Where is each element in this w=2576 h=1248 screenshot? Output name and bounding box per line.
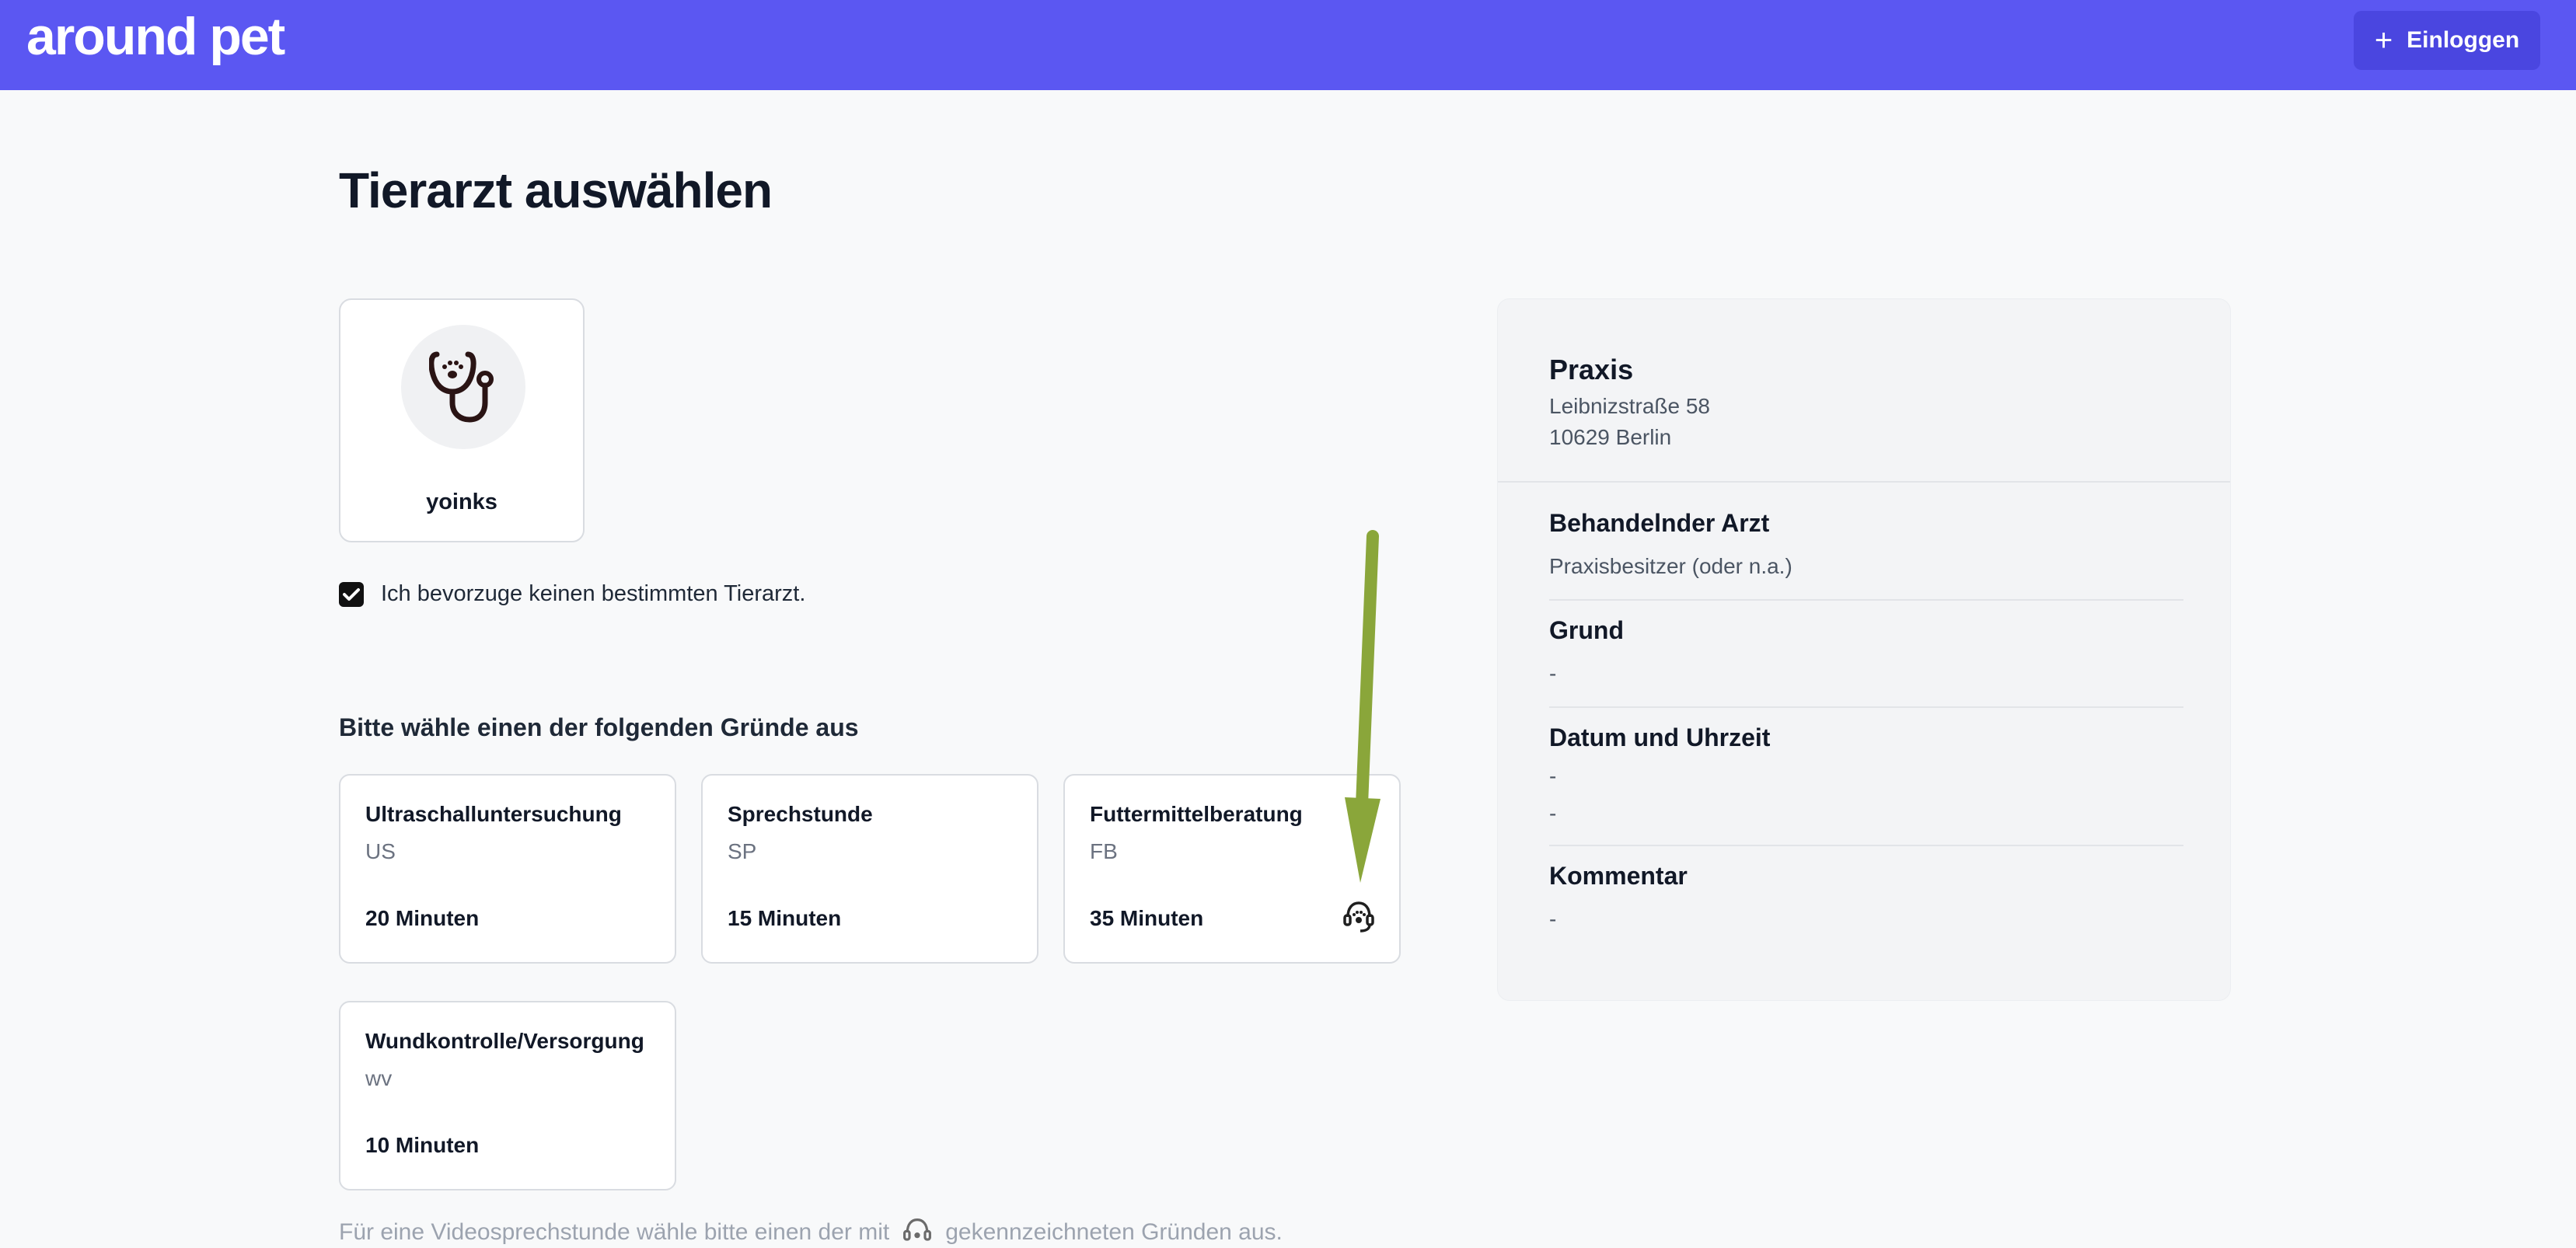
vet-avatar bbox=[401, 325, 525, 449]
reason-value: - bbox=[1549, 661, 1557, 685]
practice-section: Praxis Leibnizstraße 58 10629 Berlin bbox=[1498, 299, 2230, 483]
divider bbox=[1549, 845, 2183, 846]
reason-duration: 20 Minuten bbox=[365, 906, 480, 930]
reason-code: US bbox=[365, 839, 396, 863]
reasons-heading: Bitte wähle einen der folgenden Gründe a… bbox=[339, 713, 859, 741]
reason-card-ultraschall[interactable]: Ultraschalluntersuchung US 20 Minuten bbox=[339, 774, 676, 964]
no-preference-row[interactable]: Ich bevorzuge keinen bestimmten Tierarzt… bbox=[339, 581, 805, 607]
comment-value: - bbox=[1549, 907, 1557, 931]
reason-code: FB bbox=[1090, 839, 1118, 863]
top-bar: around pet + Einloggen bbox=[0, 0, 2576, 90]
reason-name: Ultraschalluntersuchung bbox=[365, 802, 622, 826]
check-icon bbox=[343, 587, 360, 601]
reason-name: Futtermittelberatung bbox=[1090, 802, 1303, 826]
practice-street: Leibnizstraße 58 bbox=[1549, 394, 1711, 418]
no-preference-checkbox[interactable] bbox=[339, 581, 364, 607]
vet-name: yoinks bbox=[426, 490, 497, 514]
reason-duration: 15 Minuten bbox=[728, 906, 842, 930]
no-preference-label: Ich bevorzuge keinen bestimmten Tierarzt… bbox=[381, 581, 806, 606]
reason-name: Wundkontrolle/Versorgung bbox=[365, 1029, 644, 1053]
page-title: Tierarzt auswählen bbox=[339, 162, 773, 218]
stethoscope-icon bbox=[429, 351, 494, 423]
logo[interactable]: around pet bbox=[26, 6, 285, 67]
login-button[interactable]: + Einloggen bbox=[2354, 11, 2540, 70]
doctor-heading: Behandelnder Arzt bbox=[1549, 509, 1770, 537]
practice-city: 10629 Berlin bbox=[1549, 425, 1672, 449]
reason-code: SP bbox=[728, 839, 757, 863]
datetime-heading: Datum und Uhrzeit bbox=[1549, 723, 1771, 751]
video-consultation-icon bbox=[903, 1218, 932, 1241]
reason-card-wundkontrolle[interactable]: Wundkontrolle/Versorgung wv 10 Minuten bbox=[339, 1001, 676, 1190]
video-consultation-icon bbox=[1343, 901, 1374, 933]
reason-code: wv bbox=[365, 1066, 393, 1090]
divider bbox=[1549, 706, 2183, 708]
login-label: Einloggen bbox=[2407, 27, 2520, 53]
practice-title: Praxis bbox=[1549, 354, 1634, 385]
vet-card[interactable]: yoinks bbox=[339, 298, 585, 542]
reason-name: Sprechstunde bbox=[728, 802, 873, 826]
reason-duration: 35 Minuten bbox=[1090, 906, 1204, 930]
comment-heading: Kommentar bbox=[1549, 862, 1688, 890]
annotation-arrow bbox=[1345, 530, 1380, 883]
reason-heading: Grund bbox=[1549, 616, 1624, 644]
reason-card-sprechstunde[interactable]: Sprechstunde SP 15 Minuten bbox=[701, 774, 1038, 964]
time-value: - bbox=[1549, 801, 1557, 825]
date-value: - bbox=[1549, 764, 1557, 788]
appointment-summary: Praxis Leibnizstraße 58 10629 Berlin Beh… bbox=[1497, 298, 2231, 1001]
doctor-value: Praxisbesitzer (oder n.a.) bbox=[1549, 554, 1792, 578]
reason-duration: 10 Minuten bbox=[365, 1133, 480, 1157]
divider bbox=[1549, 599, 2183, 601]
plus-icon: + bbox=[2374, 23, 2393, 58]
video-hint: Für eine Videosprechstunde wähle bitte e… bbox=[339, 1217, 1283, 1248]
